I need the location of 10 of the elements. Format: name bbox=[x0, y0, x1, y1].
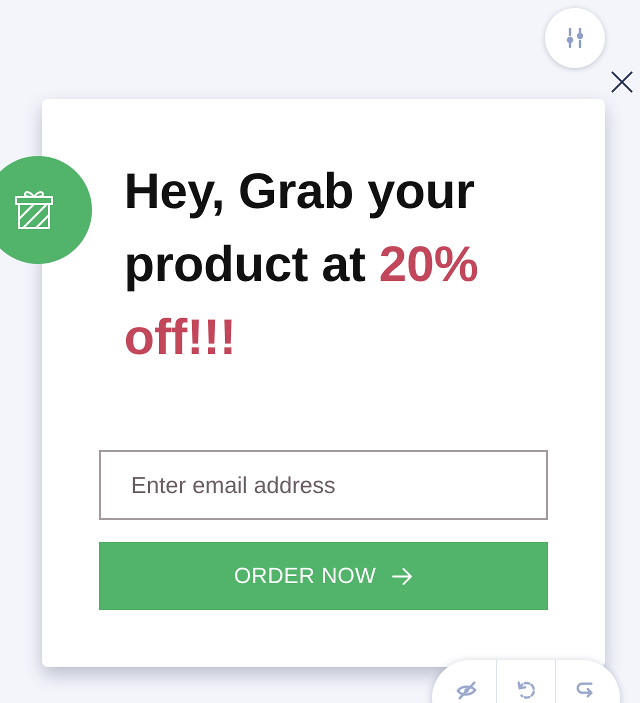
undo-icon bbox=[515, 680, 537, 700]
arrow-right-icon bbox=[392, 568, 414, 584]
eye-off-icon bbox=[456, 680, 478, 700]
sliders-icon bbox=[565, 27, 585, 49]
order-button[interactable]: ORDER NOW bbox=[99, 542, 548, 610]
settings-button[interactable] bbox=[545, 8, 605, 68]
email-field[interactable]: Enter email address bbox=[99, 450, 548, 520]
promo-heading: Hey, Grab your product at 20% off!!! bbox=[124, 162, 480, 367]
close-button[interactable] bbox=[611, 71, 633, 93]
close-icon bbox=[611, 71, 633, 93]
